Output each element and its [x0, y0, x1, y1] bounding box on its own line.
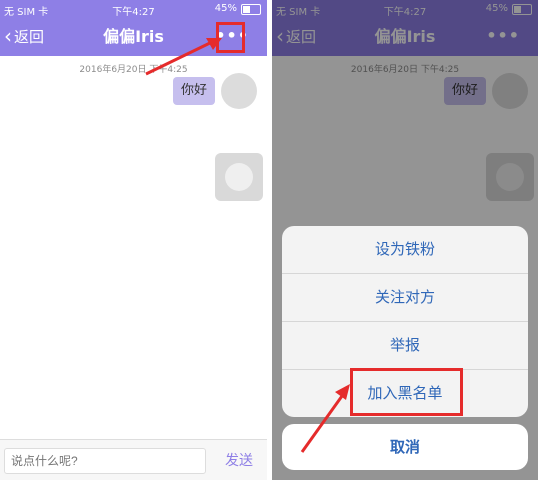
more-button-highlight	[216, 22, 245, 53]
message-bubble[interactable]: 你好	[172, 77, 215, 105]
left-phone-screen: 无 SIM 卡 下午4:27 45% ‹ 返回 偏偏Iris ••• 2016年6…	[0, 0, 267, 480]
composer-bar: 发送	[0, 439, 267, 480]
message-input[interactable]	[4, 448, 206, 474]
status-bar: 无 SIM 卡 下午4:27 45%	[0, 0, 267, 18]
battery-percent: 45%	[214, 3, 237, 14]
image-message[interactable]	[215, 153, 263, 201]
message-timestamp: 2016年6月20日 下午4:25	[79, 65, 188, 75]
send-button[interactable]: 发送	[225, 448, 253, 474]
avatar[interactable]	[221, 73, 257, 109]
blacklist-option-highlight	[350, 368, 463, 416]
follow-option[interactable]: 关注对方	[282, 274, 528, 322]
report-option[interactable]: 举报	[282, 322, 528, 370]
set-iron-fan-option[interactable]: 设为铁粉	[282, 226, 528, 274]
cancel-button[interactable]: 取消	[282, 424, 528, 470]
battery-icon	[241, 4, 261, 15]
